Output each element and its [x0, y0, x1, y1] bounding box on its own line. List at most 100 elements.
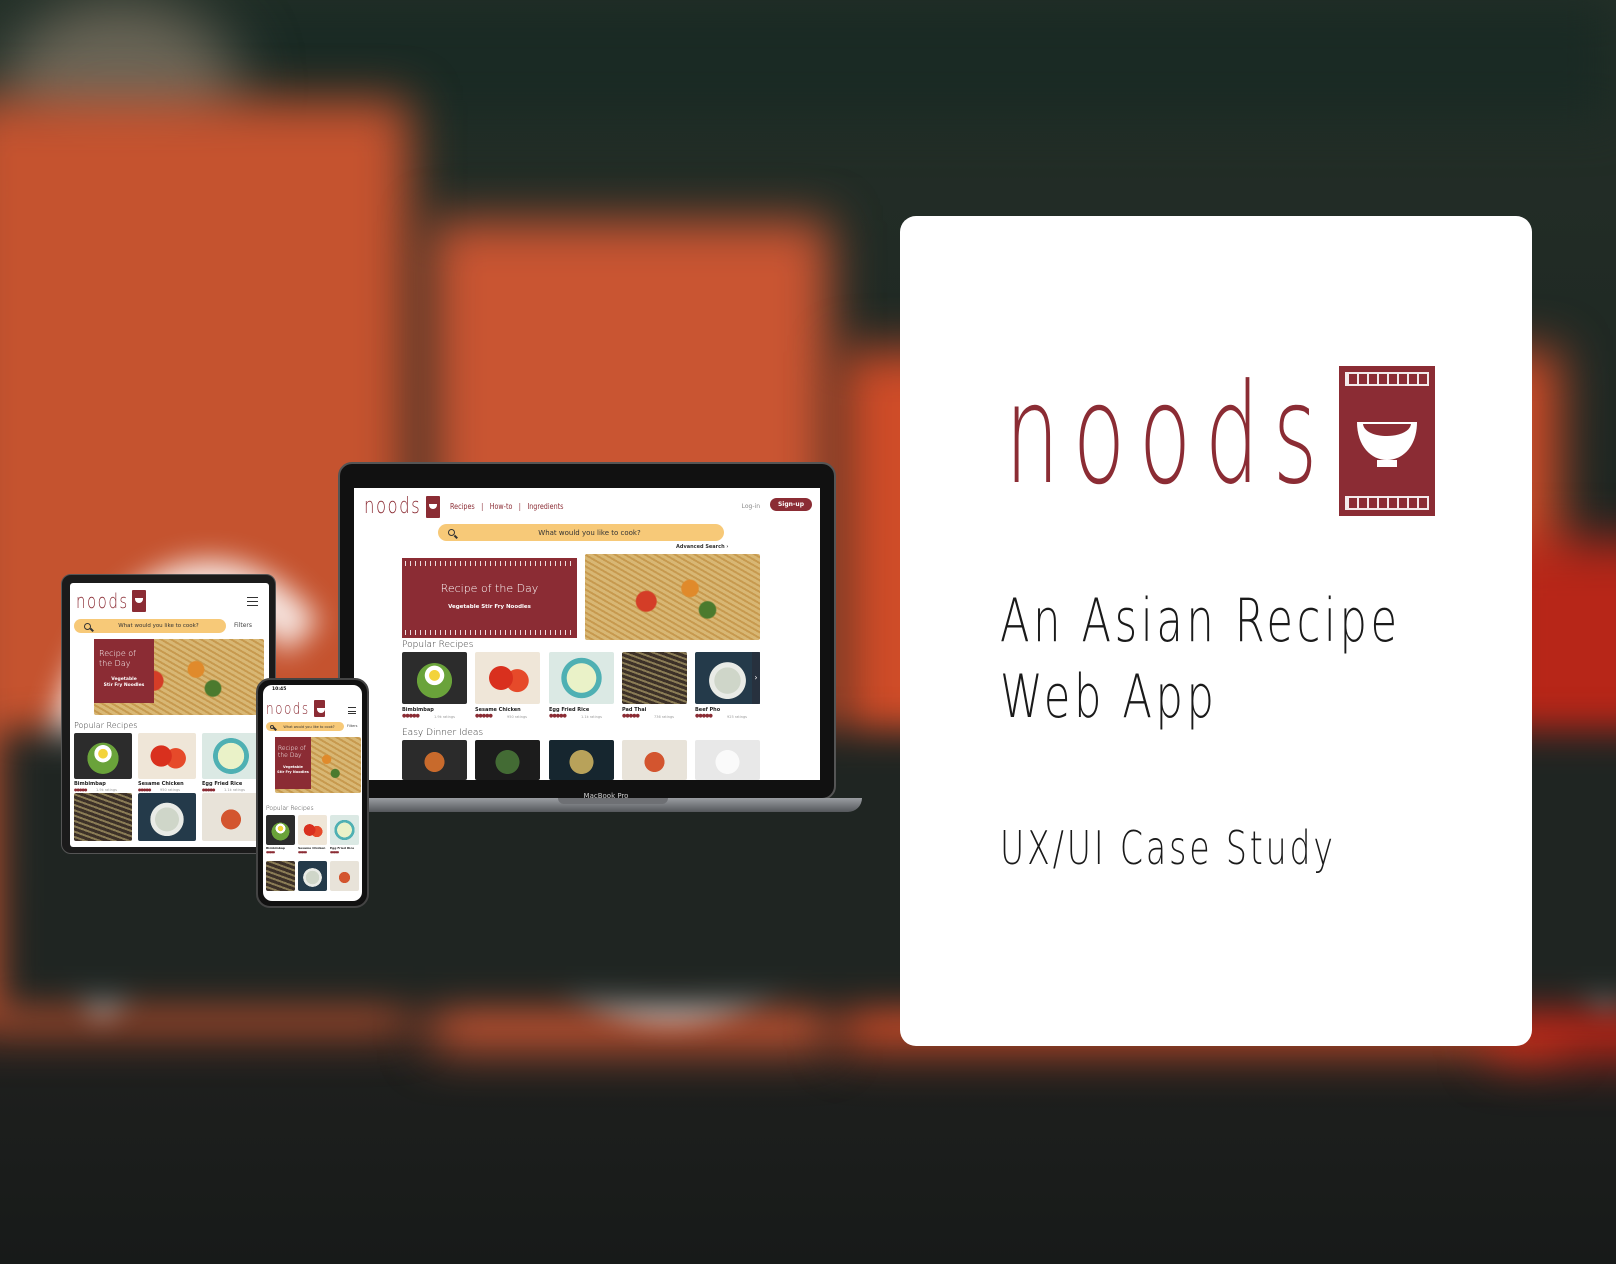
- recipe-card[interactable]: Bimbimbap ●●●●● 1.9k ratings: [74, 733, 132, 792]
- filters-button[interactable]: Filters: [234, 622, 252, 629]
- recipe-card[interactable]: [138, 793, 196, 841]
- filters-button[interactable]: Filters: [347, 724, 358, 728]
- search-input[interactable]: What would you like to cook?: [274, 725, 344, 729]
- recipe-card[interactable]: Egg Fried Rice ●●●●● 1.1k ratings: [549, 652, 614, 719]
- bowl-logo-icon: [1339, 366, 1435, 516]
- rating-count: 1.1k ratings: [224, 788, 245, 792]
- recipe-photo: [298, 861, 327, 891]
- recipe-card[interactable]: Egg Fried Rice ●●●●●: [330, 815, 359, 854]
- rating-stars: ●●●●●: [475, 713, 493, 719]
- recipe-photo: [138, 793, 196, 841]
- bowl-icon: [314, 700, 326, 717]
- search-icon: [84, 622, 91, 630]
- carousel-next-button[interactable]: ›: [752, 652, 760, 704]
- recipe-card[interactable]: Bimbimbap ●●●●● 1.9k ratings: [402, 652, 467, 719]
- nav-logo[interactable]: noods: [266, 699, 310, 718]
- recipe-of-day-photo[interactable]: [585, 554, 760, 640]
- recipe-card[interactable]: [266, 861, 295, 891]
- recipe-card[interactable]: [622, 740, 687, 780]
- popular-recipes-title: Popular Recipes: [402, 640, 474, 650]
- rating-count: 1.1k ratings: [581, 715, 602, 719]
- tablet-screen: noods What would you like to cook? Filte…: [70, 583, 269, 847]
- recipe-card[interactable]: [475, 740, 540, 780]
- search-bar[interactable]: What would you like to cook?: [266, 722, 344, 731]
- signup-button[interactable]: Sign-up: [769, 498, 812, 511]
- laptop-screen: noods Recipes | How-to | Ingredients Log…: [354, 488, 820, 780]
- recipe-photo: [695, 740, 760, 780]
- rating-count: 736 ratings: [654, 715, 674, 719]
- recipe-photo: [298, 815, 327, 845]
- recipe-card[interactable]: [330, 861, 359, 891]
- nav-logo[interactable]: noods: [76, 589, 129, 613]
- menu-icon[interactable]: [348, 707, 356, 714]
- recipe-card[interactable]: Beef Pho ●●●●● 925 ratings: [695, 652, 760, 719]
- tagline-line-2: Web App: [1000, 662, 1218, 732]
- recipe-of-day-dish: Vegetable: [111, 677, 137, 682]
- logo-wordmark: noods: [1005, 354, 1332, 515]
- rating-count: 1.9k ratings: [434, 715, 455, 719]
- recipe-of-day-heading: Recipe of the Day: [440, 582, 539, 595]
- rating-stars: ●●●●●: [622, 713, 640, 719]
- recipe-photo: [622, 740, 687, 780]
- nav-logo[interactable]: noods: [364, 494, 421, 519]
- phone-mockup: 10:45 noods What would you like to cook?…: [256, 678, 369, 908]
- popular-recipes-title: Popular Recipes: [74, 721, 138, 730]
- recipe-card[interactable]: [402, 740, 467, 780]
- popular-recipes-title: Popular Recipes: [266, 805, 314, 812]
- rating-count: 925 ratings: [727, 715, 747, 719]
- search-bar[interactable]: What would you like to cook?: [74, 619, 226, 633]
- recipe-photo: [266, 815, 295, 845]
- noods-logo: noods: [1005, 354, 1435, 516]
- recipe-photo: [330, 815, 359, 845]
- recipe-card[interactable]: [549, 740, 614, 780]
- recipe-of-day-heading: the Day: [99, 659, 131, 668]
- recipe-card[interactable]: Pad Thai ●●●●● 736 ratings: [622, 652, 687, 719]
- advanced-search-link[interactable]: Advanced Search ›: [676, 544, 728, 550]
- recipe-of-day-banner[interactable]: Recipe of the Day Vegetable Stir Fry Noo…: [402, 558, 577, 638]
- recipe-of-day-dish: Vegetable: [283, 765, 303, 769]
- recipe-card[interactable]: Sesame Chicken ●●●●● 950 ratings: [475, 652, 540, 719]
- nav-ingredients-link[interactable]: Ingredients: [528, 502, 564, 511]
- bowl-icon: [132, 590, 147, 612]
- search-input[interactable]: What would you like to cook?: [91, 623, 226, 629]
- recipe-photo: [202, 793, 260, 841]
- recipe-card[interactable]: Egg Fried Rice ●●●●● 1.1k ratings: [202, 733, 260, 792]
- search-icon: [448, 529, 455, 536]
- recipe-card[interactable]: [695, 740, 760, 780]
- login-link[interactable]: Log-in: [742, 503, 760, 510]
- recipe-of-day-banner[interactable]: Recipe of the Day Vegetable Stir Fry Noo…: [275, 737, 311, 789]
- recipe-of-day-banner[interactable]: Recipe of the Day Vegetable Stir Fry Noo…: [94, 639, 154, 703]
- easy-dinner-title: Easy Dinner Ideas: [402, 728, 484, 738]
- recipe-photo: [475, 740, 540, 780]
- bowl-icon: [426, 495, 441, 518]
- rating-count: 1.9k ratings: [96, 788, 117, 792]
- recipe-of-day-heading: Recipe of: [99, 649, 136, 658]
- recipe-of-day-dish: Stir Fry Noodles: [277, 770, 309, 774]
- recipe-of-day-heading: Recipe of: [278, 745, 306, 752]
- menu-icon[interactable]: [247, 597, 258, 606]
- recipe-of-day-dish: Vegetable Stir Fry Noodles: [448, 604, 531, 610]
- rating-stars: ●●●●●: [549, 713, 567, 719]
- laptop-model-label: MacBook Pro: [583, 792, 629, 800]
- rating-count: 950 ratings: [160, 788, 180, 792]
- recipe-photo: [549, 740, 614, 780]
- nav-howto-link[interactable]: How-to: [490, 502, 513, 511]
- recipe-card[interactable]: [298, 861, 327, 891]
- recipe-card[interactable]: [74, 793, 132, 841]
- title-card: noods An Asian Recipe Web App UX/UI Case…: [900, 216, 1532, 1046]
- recipe-photo: [402, 652, 467, 704]
- recipe-card[interactable]: Sesame Chicken ●●●●●: [298, 815, 327, 854]
- recipe-photo: [622, 652, 687, 704]
- recipe-photo: [266, 861, 295, 891]
- recipe-photo: [549, 652, 614, 704]
- rating-stars: ●●●●●: [298, 850, 307, 854]
- recipe-photo: [74, 733, 132, 779]
- tablet-mockup: noods What would you like to cook? Filte…: [61, 574, 276, 854]
- nav-recipes-link[interactable]: Recipes: [450, 502, 475, 511]
- recipe-card[interactable]: [202, 793, 260, 841]
- search-bar[interactable]: What would you like to cook?: [438, 524, 724, 541]
- recipe-card[interactable]: Bimbimbap ●●●●●: [266, 815, 295, 854]
- nav-divider: |: [519, 502, 522, 511]
- recipe-card[interactable]: Sesame Chicken ●●●●● 950 ratings: [138, 733, 196, 792]
- search-input[interactable]: What would you like to cook?: [455, 529, 724, 537]
